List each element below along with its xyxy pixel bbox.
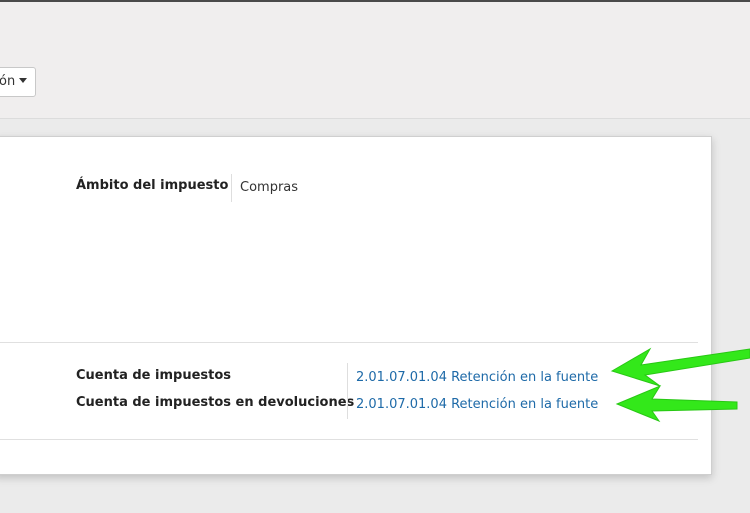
arrow-icon-tax-account xyxy=(610,347,750,387)
arrow-icon-refund-tax-account xyxy=(615,384,738,423)
annotation-arrows xyxy=(610,347,750,423)
